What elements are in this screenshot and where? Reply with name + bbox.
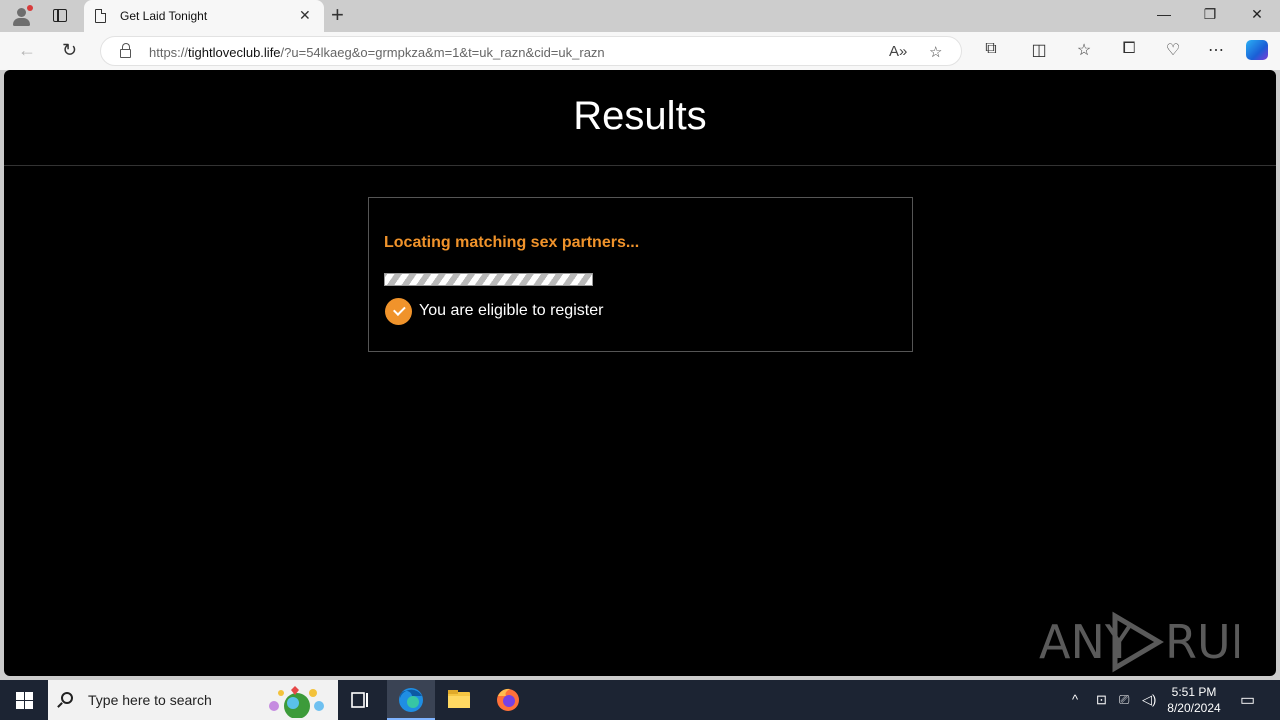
tab-get-laid-tonight[interactable]: Get Laid Tonight ✕ — [84, 0, 324, 32]
url-path: /?u=54lkaeg&o=grmpkza&m=1&t=uk_razn&cid=… — [280, 45, 605, 60]
profile-icon[interactable] — [10, 5, 34, 27]
volume-icon[interactable]: ◁) — [1142, 692, 1156, 708]
back-arrow-icon[interactable]: ← — [18, 40, 36, 60]
checkmark-icon — [385, 298, 412, 325]
more-menu-icon[interactable]: ⋯ — [1204, 40, 1228, 60]
close-tab-icon[interactable]: ✕ — [299, 7, 311, 24]
taskbar: Type here to search ^ ⊡ ⎚ ◁) 5:51 PM 8/2… — [0, 680, 1280, 720]
edge-taskbar-icon[interactable] — [387, 680, 435, 720]
notifications-icon[interactable]: ▭ — [1240, 690, 1255, 710]
page-header: Results — [4, 70, 1276, 166]
search-icon — [61, 692, 73, 704]
network-icon[interactable]: ⎚ — [1119, 692, 1129, 708]
status-text: Locating matching sex partners... — [384, 234, 640, 251]
svg-text:ANY: ANY — [1039, 615, 1134, 669]
new-tab-icon[interactable]: + — [331, 3, 344, 27]
reload-icon[interactable]: ↻ — [62, 40, 77, 60]
firefox-icon[interactable] — [484, 680, 532, 720]
meet-now-icon[interactable]: ⊡ — [1096, 692, 1107, 708]
progress-bar-fill — [385, 274, 592, 285]
split-screen-icon[interactable]: ◫ — [1027, 40, 1051, 60]
search-highlight-icon — [269, 686, 324, 718]
collections-icon[interactable]: ⧠ — [1117, 40, 1141, 58]
url-host: tightloveclub.life — [188, 45, 281, 60]
restore-icon[interactable]: ❐ — [1187, 6, 1233, 23]
minimize-icon[interactable]: — — [1141, 6, 1187, 22]
copilot-icon[interactable] — [1246, 40, 1268, 60]
file-explorer-icon[interactable] — [435, 680, 483, 720]
taskbar-search-box[interactable]: Type here to search — [48, 680, 338, 720]
tab-title: Get Laid Tonight — [120, 9, 208, 23]
favorite-star-icon[interactable]: ☆ — [929, 43, 942, 61]
taskbar-clock[interactable]: 5:51 PM 8/20/2024 — [1160, 684, 1228, 716]
address-bar[interactable]: https://tightloveclub.life/?u=54lkaeg&o=… — [100, 36, 962, 66]
clock-time: 5:51 PM — [1171, 685, 1217, 699]
page-icon — [95, 9, 106, 23]
close-window-icon[interactable]: ✕ — [1234, 6, 1280, 23]
extensions-icon[interactable]: ⧉ — [979, 40, 1003, 58]
results-panel: Locating matching sex partners... You ar… — [368, 197, 913, 352]
task-view-icon[interactable] — [336, 680, 384, 720]
search-placeholder: Type here to search — [88, 692, 212, 708]
clock-date: 8/20/2024 — [1167, 701, 1221, 715]
progress-bar — [384, 273, 593, 286]
tab-actions-icon[interactable] — [48, 6, 72, 26]
tab-strip: Get Laid Tonight ✕ + — ❐ ✕ — [0, 0, 1280, 32]
browser-essentials-icon[interactable]: ♡ — [1161, 40, 1185, 60]
windows-start-icon[interactable] — [0, 680, 48, 720]
svg-text:RUN: RUN — [1165, 615, 1239, 669]
read-aloud-icon[interactable]: A» — [889, 43, 907, 60]
url-text[interactable]: https://tightloveclub.life/?u=54lkaeg&o=… — [149, 45, 605, 60]
anyrun-watermark-logo: ANY RUN — [1039, 610, 1265, 673]
page-title: Results — [573, 94, 707, 138]
lock-icon[interactable] — [120, 43, 131, 58]
favorites-icon[interactable]: ☆ — [1072, 40, 1096, 60]
page-viewport: Results Locating matching sex partners..… — [4, 70, 1276, 676]
eligibility-text: You are eligible to register — [419, 302, 604, 319]
show-hidden-icons-chevron-icon[interactable]: ^ — [1072, 692, 1078, 707]
